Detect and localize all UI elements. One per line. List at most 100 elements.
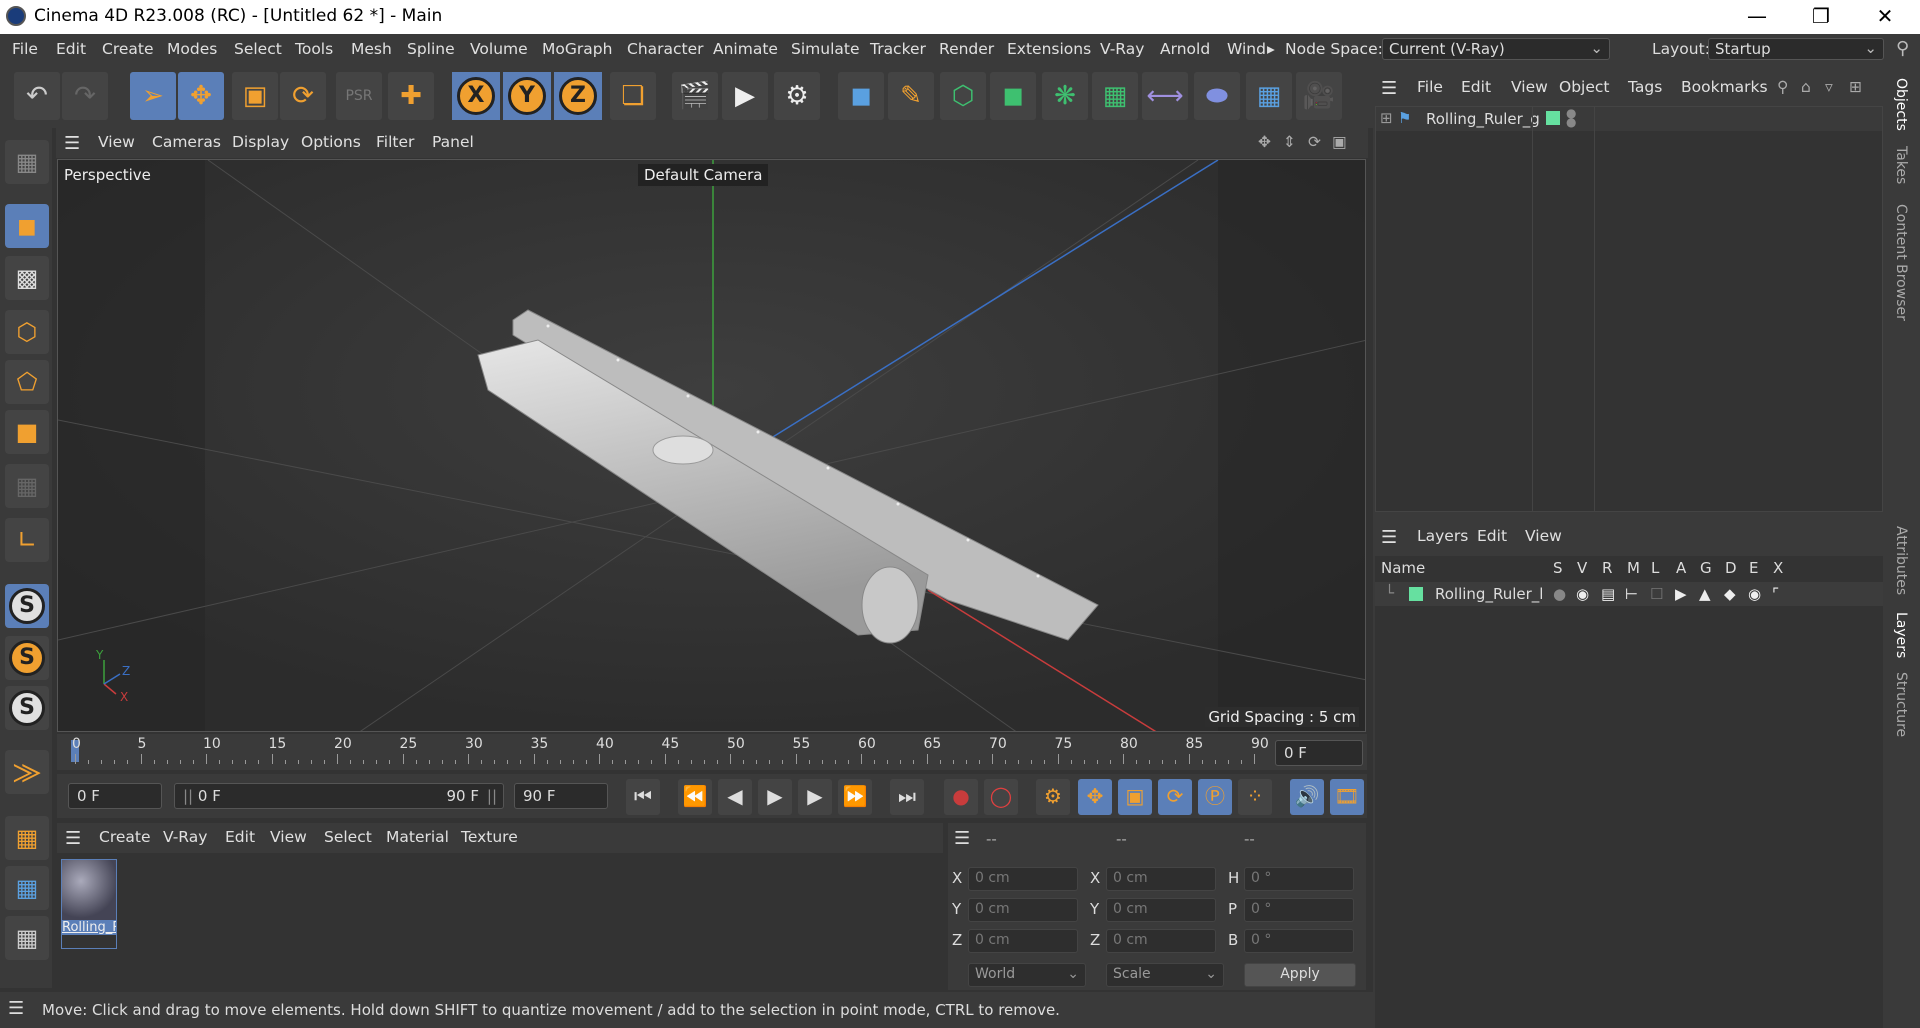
solo-dot-icon[interactable]: ●: [1553, 585, 1566, 603]
material-swatch[interactable]: Rolling_R: [61, 859, 117, 949]
menu-tools[interactable]: Tools: [295, 40, 333, 58]
next-key-icon[interactable]: ⏩: [838, 779, 872, 815]
size-y-field[interactable]: 0 cm: [1106, 898, 1216, 922]
key-parameter-icon[interactable]: Ⓟ: [1198, 779, 1232, 815]
polygons-mode-icon[interactable]: ■: [5, 410, 49, 454]
menu-mesh[interactable]: Mesh: [351, 40, 392, 58]
layout-dropdown[interactable]: Startup ⌄: [1708, 38, 1884, 60]
start-frame-field[interactable]: 0 F: [68, 783, 162, 809]
tab-takes[interactable]: Takes: [1893, 146, 1909, 184]
keyframe-selection-icon[interactable]: ⚙: [1036, 779, 1070, 815]
render-picture-viewer-icon[interactable]: ▶: [722, 72, 768, 120]
layers-menu-edit[interactable]: Edit: [1477, 527, 1507, 545]
objects-menu-bookmarks[interactable]: Bookmarks: [1681, 78, 1768, 96]
layers-col-name[interactable]: Name: [1381, 559, 1425, 577]
texture-mode-icon[interactable]: ▩: [5, 256, 49, 300]
search-icon[interactable]: ⚲: [1777, 78, 1788, 96]
close-icon[interactable]: ✕: [1855, 0, 1915, 34]
current-frame-field[interactable]: 0 F: [1275, 740, 1363, 766]
search-icon[interactable]: ⚲: [1896, 38, 1909, 59]
key-pla-icon[interactable]: ⁘: [1238, 779, 1272, 815]
rotate-view-icon[interactable]: ⟳: [1308, 133, 1321, 151]
objects-menu-view[interactable]: View: [1511, 78, 1548, 96]
key-position-icon[interactable]: ✥: [1078, 779, 1112, 815]
go-to-end-icon[interactable]: ⏭: [890, 779, 924, 815]
move-tool-icon[interactable]: ✥: [178, 72, 224, 120]
tab-objects[interactable]: Objects: [1893, 78, 1909, 131]
live-selection-icon[interactable]: ➢: [130, 72, 176, 120]
hamburger-icon[interactable]: ☰: [65, 828, 81, 849]
pos-x-field[interactable]: 0 cm: [968, 867, 1078, 891]
autokey-icon[interactable]: ◯: [984, 779, 1018, 815]
menu-volume[interactable]: Volume: [470, 40, 528, 58]
hamburger-icon[interactable]: ☰: [8, 998, 24, 1019]
uv-mode-icon[interactable]: ▦: [5, 464, 49, 508]
go-to-start-icon[interactable]: ⏮: [626, 779, 660, 815]
field-icon[interactable]: ⬬: [1194, 72, 1240, 120]
minimize-icon[interactable]: —: [1727, 0, 1787, 34]
apply-button[interactable]: Apply: [1244, 963, 1356, 987]
render-settings-icon[interactable]: ⚙: [774, 72, 820, 120]
lock-icon[interactable]: ☐: [1650, 585, 1663, 603]
zoom-view-icon[interactable]: ⇕: [1283, 133, 1296, 151]
axis-mode-icon[interactable]: ∟: [5, 518, 49, 562]
material-menu-select[interactable]: Select: [324, 828, 372, 846]
layer-row[interactable]: └ Rolling_Ruler_l ● ◉ ▤ ⊢ ☐ ▶ ▲ ◆ ◉ ⌜: [1375, 582, 1883, 606]
rotate-tool-icon[interactable]: ⟳: [280, 72, 326, 120]
material-menu-texture[interactable]: Texture: [461, 828, 518, 846]
points-mode-icon[interactable]: ⬡: [5, 310, 49, 354]
hierarchy-icon[interactable]: ⊢: [1625, 585, 1638, 603]
model-mode-icon[interactable]: ◼: [5, 204, 49, 248]
move-view-icon[interactable]: ✥: [1258, 133, 1271, 151]
sound-icon[interactable]: 🔊: [1290, 779, 1324, 815]
rot-h-field[interactable]: 0 °: [1244, 867, 1354, 891]
visibility-dots-icon[interactable]: ● ●: [1566, 107, 1576, 128]
menu-select[interactable]: Select: [234, 40, 282, 58]
objects-menu-file[interactable]: File: [1417, 78, 1443, 96]
new-window-icon[interactable]: ⊞: [1849, 78, 1862, 96]
menu-animate[interactable]: Animate: [713, 40, 778, 58]
menu-tracker[interactable]: Tracker: [870, 40, 926, 58]
eye-icon[interactable]: ◉: [1576, 585, 1589, 603]
viewport-menu-panel[interactable]: Panel: [432, 133, 474, 151]
material-menu-material[interactable]: Material: [386, 828, 449, 846]
size-x-field[interactable]: 0 cm: [1106, 867, 1216, 891]
material-menu-edit[interactable]: Edit: [225, 828, 255, 846]
objects-menu-object[interactable]: Object: [1559, 78, 1609, 96]
layers-col-expressions[interactable]: E: [1749, 559, 1758, 577]
layer-color-swatch[interactable]: [1409, 587, 1423, 601]
expression-icon[interactable]: ◉: [1748, 585, 1761, 603]
tab-attributes[interactable]: Attributes: [1893, 526, 1909, 595]
size-z-field[interactable]: 0 cm: [1106, 929, 1216, 953]
cube-icon[interactable]: ◼: [838, 72, 884, 120]
menu-arnold[interactable]: Arnold: [1160, 40, 1210, 58]
material-menu-create[interactable]: Create: [99, 828, 151, 846]
generator-icon[interactable]: ▲: [1699, 585, 1711, 603]
hamburger-icon[interactable]: ☰: [1381, 527, 1397, 548]
previous-frame-icon[interactable]: ◀: [718, 779, 752, 815]
layers-menu-layers[interactable]: Layers: [1417, 527, 1468, 545]
extrude-icon[interactable]: ◼: [990, 72, 1036, 120]
cloner-icon[interactable]: ❋: [1042, 72, 1088, 120]
expand-icon[interactable]: ⊞: [1380, 109, 1393, 127]
workplane-align-icon[interactable]: ▦: [5, 916, 49, 960]
layers-menu-view[interactable]: View: [1525, 527, 1562, 545]
locked-workplane-icon[interactable]: ▦: [5, 866, 49, 910]
objects-menu-edit[interactable]: Edit: [1461, 78, 1491, 96]
transform-mode-dropdown[interactable]: Scale ⌄: [1106, 963, 1224, 987]
camera-icon[interactable]: 🎥: [1296, 72, 1342, 120]
deformer-icon[interactable]: ◆: [1724, 585, 1736, 603]
node-space-dropdown[interactable]: Current (V-Ray) ⌄: [1382, 38, 1610, 60]
end-frame-field[interactable]: 90 F: [514, 783, 608, 809]
filter-icon[interactable]: ▿: [1825, 78, 1833, 96]
tab-content-browser[interactable]: Content Browser: [1893, 204, 1909, 321]
redo-icon[interactable]: ↷: [62, 72, 108, 120]
lock-z-axis-button[interactable]: Z: [554, 72, 602, 120]
scale-tool-icon[interactable]: ▣: [232, 72, 278, 120]
axis-tool-icon[interactable]: ✚: [388, 72, 434, 120]
material-menu-view[interactable]: View: [270, 828, 307, 846]
restore-icon[interactable]: ❐: [1791, 0, 1851, 34]
timeline-ruler[interactable]: 0 5 10 15 20 25 30 35 40 45 50 55 60 65 70 75 80 85 90 0 F: [57, 734, 1367, 770]
menu-spline[interactable]: Spline: [407, 40, 455, 58]
viewport-menu-view[interactable]: View: [98, 133, 135, 151]
